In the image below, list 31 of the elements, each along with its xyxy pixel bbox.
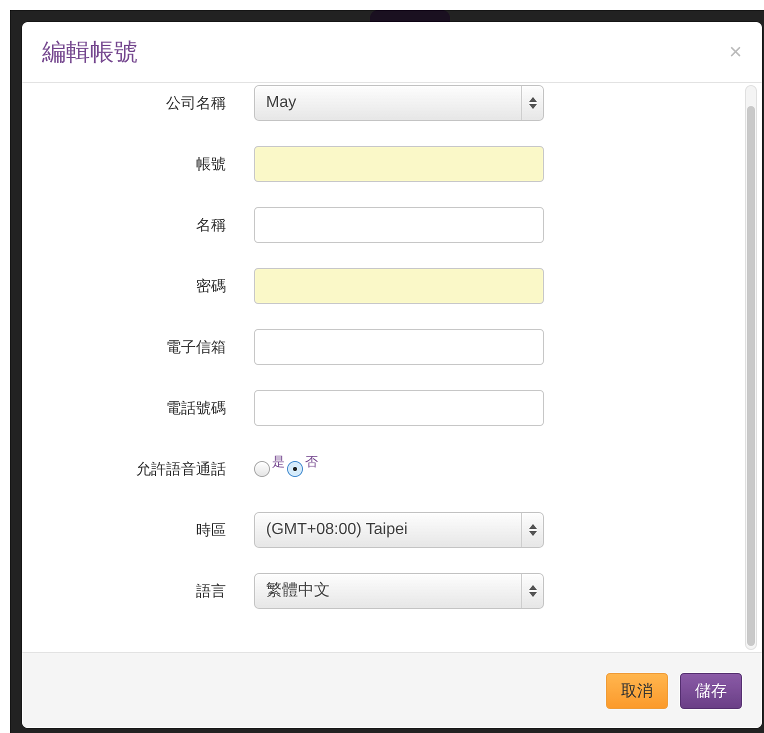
input-field[interactable]	[254, 268, 544, 304]
radio-button[interactable]	[287, 460, 303, 476]
field-label: 公司名稱	[165, 92, 226, 114]
input-field[interactable]	[254, 207, 544, 243]
select-arrows-icon	[528, 585, 536, 597]
radio-label: 否	[305, 456, 318, 468]
select-arrows-icon	[528, 97, 536, 109]
radio-button[interactable]	[254, 460, 270, 476]
cancel-button[interactable]: 取消	[606, 672, 668, 708]
input-field[interactable]	[254, 390, 544, 426]
field-label: 允許語音通話	[135, 458, 226, 480]
select-field[interactable]: (GMT+08:00) Taipei	[254, 512, 544, 548]
field-label: 語言	[195, 580, 226, 602]
field-label: 電話號碼	[165, 398, 226, 419]
scrollbar[interactable]	[745, 85, 757, 650]
field-label: 帳號	[195, 154, 226, 175]
field-label: 名稱	[195, 214, 226, 236]
dialog-title: 編輯帳號	[42, 37, 138, 68]
select-value: May	[265, 93, 298, 113]
select-field[interactable]: 繁體中文	[254, 573, 544, 609]
radio-label: 是	[272, 456, 285, 468]
select-field[interactable]: May	[254, 85, 544, 121]
input-field[interactable]	[254, 146, 544, 182]
field-label: 時區	[195, 520, 226, 541]
save-button[interactable]: 儲存	[680, 672, 742, 708]
select-arrows-icon	[528, 524, 536, 536]
input-field[interactable]	[254, 329, 544, 365]
field-label: 電子信箱	[165, 336, 226, 358]
select-value: (GMT+08:00) Taipei	[265, 520, 409, 540]
select-value: 繁體中文	[265, 580, 331, 601]
field-label: 密碼	[195, 276, 226, 297]
